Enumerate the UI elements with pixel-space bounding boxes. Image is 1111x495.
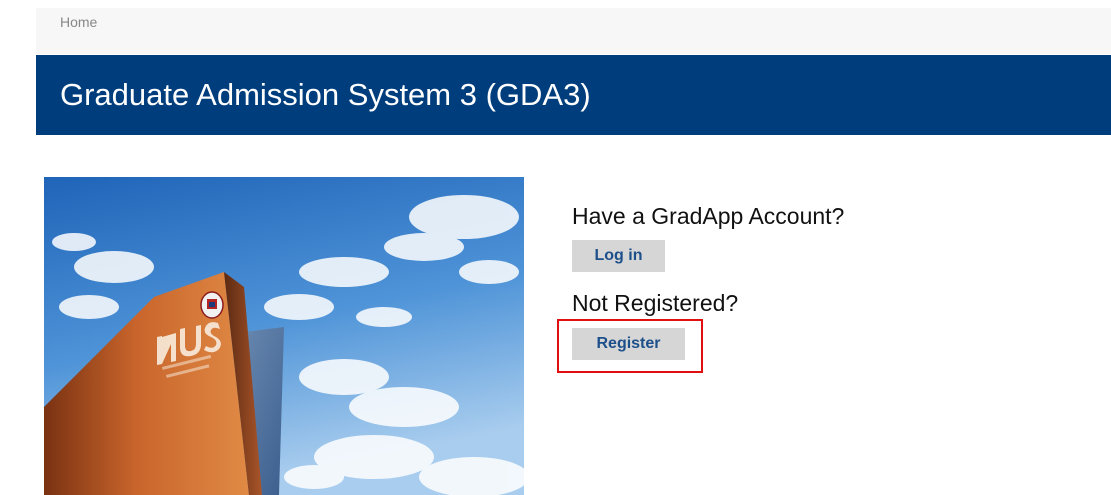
page-header: Graduate Admission System 3 (GDA3) xyxy=(36,55,1111,135)
breadcrumb: Home xyxy=(36,8,1111,54)
nus-campus-photo xyxy=(44,177,524,495)
account-heading: Have a GradApp Account? xyxy=(572,203,845,229)
login-button[interactable]: Log in xyxy=(572,240,665,272)
register-heading: Not Registered? xyxy=(572,290,739,316)
register-button[interactable]: Register xyxy=(572,328,685,360)
breadcrumb-home-link[interactable]: Home xyxy=(60,14,97,30)
page-title: Graduate Admission System 3 (GDA3) xyxy=(60,77,591,112)
